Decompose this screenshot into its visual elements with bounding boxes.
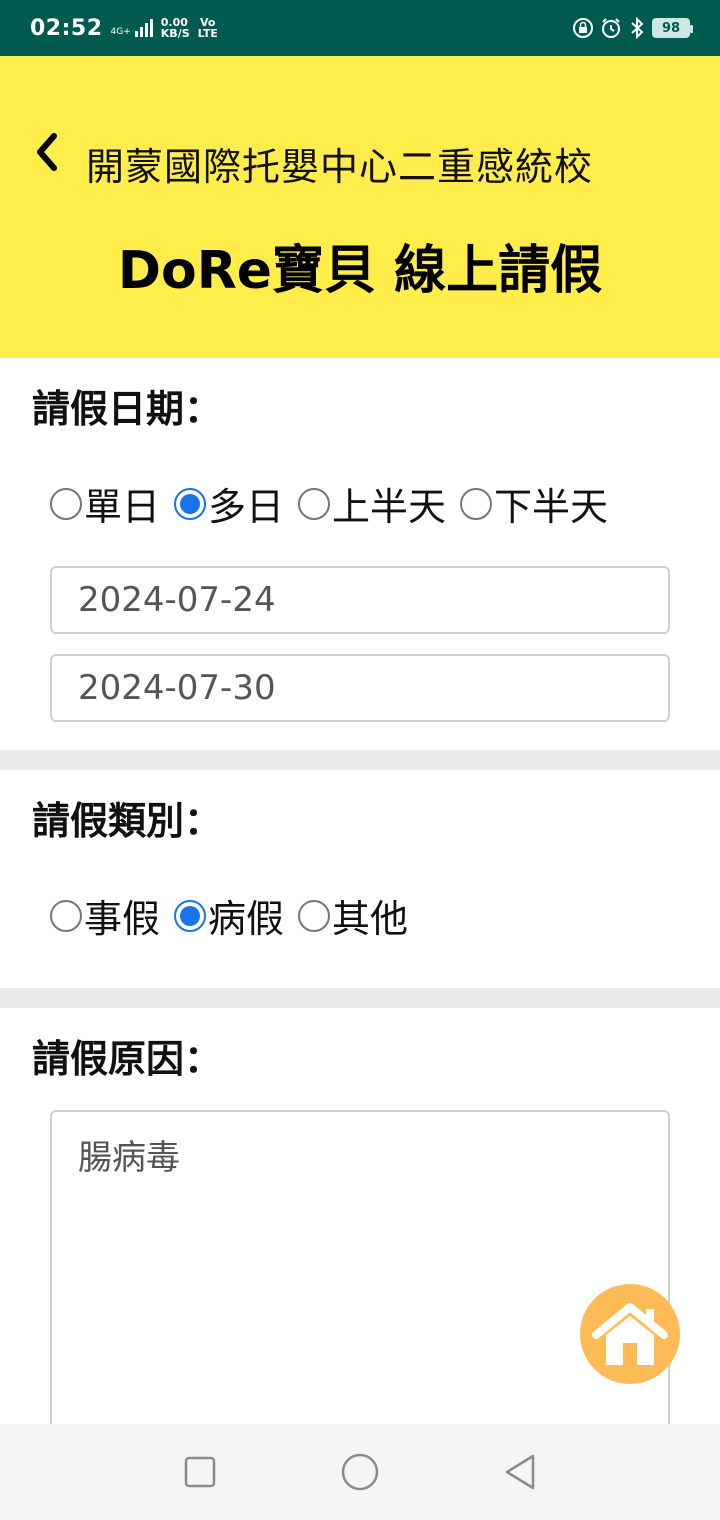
leave-date-section: 請假日期： 單日 多日 上半天 下半天 2024-07-24 2024-07-3… [0, 358, 720, 750]
radio-afternoon[interactable]: 下半天 [460, 476, 608, 531]
battery-level: 98 [661, 20, 681, 36]
radio-button[interactable] [50, 899, 82, 932]
radio-label: 單日 [84, 485, 161, 529]
home-icon [592, 1303, 668, 1365]
radio-label: 其他 [332, 897, 409, 941]
bluetooth-icon [631, 17, 644, 39]
radio-button-checked[interactable] [174, 487, 207, 520]
end-date-input[interactable]: 2024-07-30 [50, 654, 670, 722]
leave-reason-textarea[interactable]: 腸病毒 [50, 1110, 670, 1450]
radio-button-checked[interactable] [174, 899, 207, 932]
leave-type-options: 事假 病假 其他 [50, 888, 422, 943]
page-title: DoRe寶貝 線上請假 [117, 241, 603, 301]
radio-sick-leave[interactable]: 病假 [174, 888, 284, 943]
system-nav-bar [0, 1424, 720, 1520]
radio-other-leave[interactable]: 其他 [298, 888, 408, 943]
leave-type-section: 請假類別： 事假 病假 其他 [0, 770, 720, 988]
section-divider [0, 750, 720, 770]
nav-home-button[interactable] [336, 1448, 384, 1496]
volte-indicator: Vo LTE [198, 17, 218, 39]
leave-type-label: 請假類別： [32, 799, 223, 843]
square-icon [184, 1456, 216, 1488]
radio-label: 事假 [84, 897, 161, 941]
signal-bars-icon [134, 19, 153, 37]
network-speed: 0.00 KB/S [161, 17, 190, 39]
home-button[interactable] [580, 1284, 680, 1384]
signal-indicator: 4G+ [111, 19, 153, 37]
radio-personal-leave[interactable]: 事假 [50, 888, 160, 943]
start-date-input[interactable]: 2024-07-24 [50, 566, 670, 634]
leave-reason-label: 請假原因： [32, 1037, 223, 1081]
nav-recent-button[interactable] [176, 1448, 224, 1496]
volte-bottom: LTE [197, 27, 218, 40]
status-bar-left: 02:52 4G+ 0.00 KB/S Vo LTE [30, 16, 218, 41]
status-time: 02:52 [30, 15, 103, 41]
network-type: 4G+ [110, 27, 131, 37]
status-bar-right: 98 [572, 17, 693, 39]
chevron-left-icon [37, 133, 57, 171]
radio-multi-day[interactable]: 多日 [174, 476, 284, 531]
radio-label: 多日 [208, 485, 285, 529]
radio-single-day[interactable]: 單日 [50, 476, 160, 531]
status-bar: 02:52 4G+ 0.00 KB/S Vo LTE 98 [0, 0, 720, 56]
radio-button[interactable] [298, 899, 331, 932]
radio-button[interactable] [460, 487, 493, 520]
alarm-icon [602, 18, 620, 38]
school-name: 開蒙國際托嬰中心二重感統校 [86, 145, 594, 189]
app-header: 開蒙國際托嬰中心二重感統校 DoRe寶貝 線上請假 [0, 56, 720, 358]
radio-button[interactable] [298, 487, 331, 520]
leave-date-label: 請假日期： [32, 387, 223, 431]
radio-morning[interactable]: 上半天 [298, 476, 446, 531]
section-divider [0, 988, 720, 1008]
lock-rotation-icon [573, 18, 593, 38]
circle-icon [341, 1453, 379, 1491]
nav-back-button[interactable] [496, 1448, 544, 1496]
speed-unit: KB/S [160, 27, 190, 40]
leave-date-options: 單日 多日 上半天 下半天 [50, 476, 622, 531]
battery-indicator: 98 [652, 18, 693, 38]
radio-button[interactable] [50, 487, 82, 520]
back-button[interactable] [26, 128, 66, 176]
radio-label: 病假 [208, 897, 285, 941]
radio-label: 上半天 [332, 485, 447, 529]
triangle-back-icon [505, 1454, 535, 1490]
radio-label: 下半天 [494, 485, 609, 529]
